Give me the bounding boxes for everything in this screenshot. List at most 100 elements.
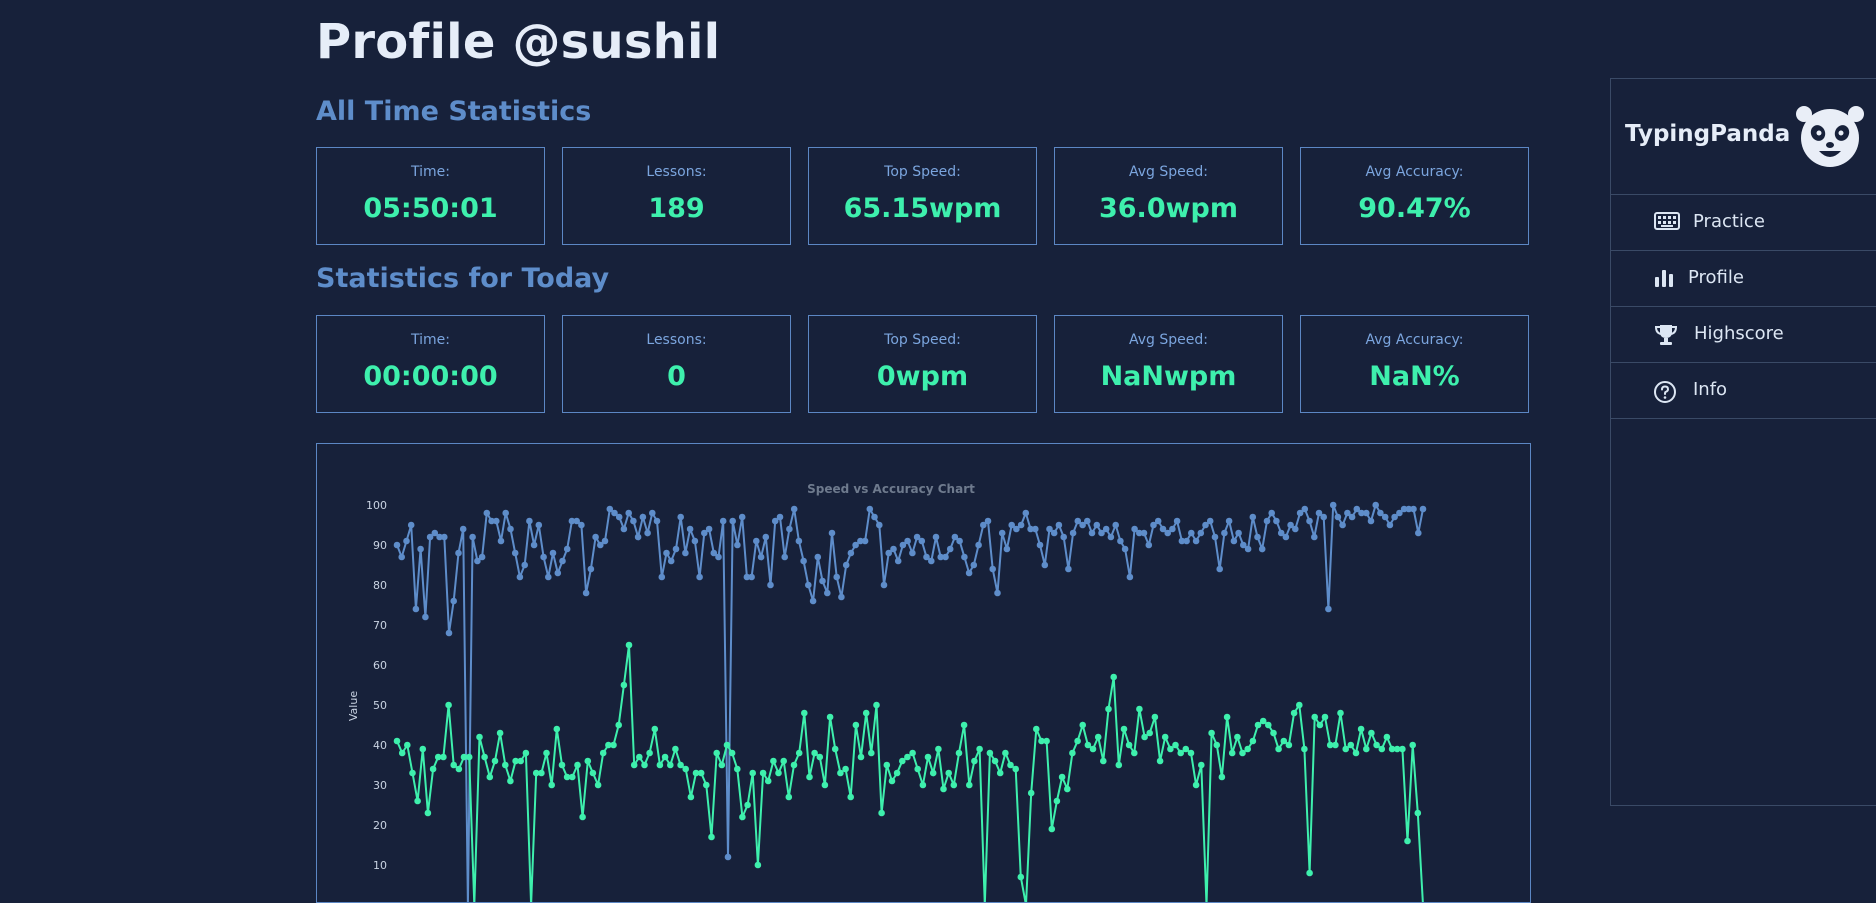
- data-point[interactable]: [1193, 782, 1200, 789]
- data-point[interactable]: [909, 750, 916, 757]
- data-point[interactable]: [1117, 538, 1124, 545]
- data-point[interactable]: [1049, 826, 1056, 833]
- data-point[interactable]: [641, 762, 648, 769]
- data-point[interactable]: [646, 750, 653, 757]
- data-point[interactable]: [574, 762, 581, 769]
- data-point[interactable]: [890, 546, 897, 553]
- data-point[interactable]: [904, 538, 911, 545]
- data-point[interactable]: [815, 554, 822, 561]
- data-point[interactable]: [848, 550, 855, 557]
- data-point[interactable]: [1311, 714, 1318, 721]
- data-point[interactable]: [626, 642, 633, 649]
- data-point[interactable]: [1018, 874, 1025, 881]
- data-point[interactable]: [1023, 510, 1030, 517]
- data-point[interactable]: [536, 522, 543, 529]
- data-point[interactable]: [796, 750, 803, 757]
- data-point[interactable]: [1188, 530, 1195, 537]
- data-point[interactable]: [878, 810, 885, 817]
- data-point[interactable]: [413, 606, 420, 613]
- data-point[interactable]: [517, 574, 524, 581]
- data-point[interactable]: [1231, 538, 1238, 545]
- data-point[interactable]: [615, 722, 622, 729]
- data-point[interactable]: [399, 750, 406, 757]
- data-point[interactable]: [935, 746, 942, 753]
- data-point[interactable]: [725, 854, 732, 861]
- data-point[interactable]: [744, 802, 751, 809]
- data-point[interactable]: [1214, 742, 1221, 749]
- data-point[interactable]: [450, 762, 457, 769]
- sidebar-item-profile[interactable]: Profile: [1611, 251, 1876, 307]
- data-point[interactable]: [1245, 546, 1252, 553]
- data-point[interactable]: [1060, 534, 1067, 541]
- data-point[interactable]: [631, 762, 638, 769]
- data-point[interactable]: [1420, 506, 1427, 513]
- data-point[interactable]: [775, 770, 782, 777]
- data-point[interactable]: [673, 546, 680, 553]
- data-point[interactable]: [404, 742, 411, 749]
- data-point[interactable]: [1330, 502, 1337, 509]
- data-point[interactable]: [1384, 734, 1391, 741]
- data-point[interactable]: [667, 762, 674, 769]
- data-point[interactable]: [1042, 562, 1049, 569]
- data-point[interactable]: [1131, 750, 1138, 757]
- data-point[interactable]: [961, 554, 968, 561]
- data-point[interactable]: [819, 578, 826, 585]
- data-point[interactable]: [1212, 534, 1219, 541]
- data-point[interactable]: [1306, 518, 1313, 525]
- data-point[interactable]: [1382, 514, 1389, 521]
- data-point[interactable]: [498, 538, 505, 545]
- data-point[interactable]: [833, 574, 840, 581]
- data-point[interactable]: [842, 766, 849, 773]
- data-point[interactable]: [521, 562, 528, 569]
- data-point[interactable]: [592, 534, 599, 541]
- data-point[interactable]: [657, 762, 664, 769]
- data-point[interactable]: [1399, 746, 1406, 753]
- data-point[interactable]: [531, 542, 538, 549]
- data-point[interactable]: [881, 582, 888, 589]
- data-point[interactable]: [526, 518, 533, 525]
- data-point[interactable]: [1322, 714, 1329, 721]
- data-point[interactable]: [1363, 746, 1370, 753]
- data-point[interactable]: [817, 754, 824, 761]
- data-point[interactable]: [441, 534, 448, 541]
- data-point[interactable]: [440, 754, 447, 761]
- data-point[interactable]: [394, 738, 401, 745]
- data-point[interactable]: [989, 566, 996, 573]
- data-point[interactable]: [1332, 742, 1339, 749]
- data-point[interactable]: [868, 750, 875, 757]
- data-point[interactable]: [703, 782, 710, 789]
- data-point[interactable]: [1074, 738, 1081, 745]
- data-point[interactable]: [672, 746, 679, 753]
- data-point[interactable]: [425, 810, 432, 817]
- data-point[interactable]: [763, 534, 770, 541]
- data-point[interactable]: [1051, 530, 1058, 537]
- data-point[interactable]: [1339, 522, 1346, 529]
- data-point[interactable]: [677, 514, 684, 521]
- data-point[interactable]: [781, 554, 788, 561]
- data-point[interactable]: [668, 558, 675, 565]
- data-point[interactable]: [1146, 730, 1153, 737]
- data-point[interactable]: [1409, 742, 1416, 749]
- data-point[interactable]: [420, 746, 427, 753]
- data-point[interactable]: [1032, 526, 1039, 533]
- data-point[interactable]: [430, 766, 437, 773]
- data-point[interactable]: [616, 514, 623, 521]
- data-point[interactable]: [502, 762, 509, 769]
- data-point[interactable]: [559, 762, 566, 769]
- data-point[interactable]: [715, 554, 722, 561]
- data-point[interactable]: [832, 746, 839, 753]
- data-point[interactable]: [1162, 734, 1169, 741]
- data-point[interactable]: [1012, 766, 1019, 773]
- data-point[interactable]: [997, 770, 1004, 777]
- data-point[interactable]: [1126, 742, 1133, 749]
- data-point[interactable]: [1004, 546, 1011, 553]
- data-point[interactable]: [838, 594, 845, 601]
- data-point[interactable]: [1141, 530, 1148, 537]
- data-point[interactable]: [698, 770, 705, 777]
- data-point[interactable]: [1103, 526, 1110, 533]
- data-point[interactable]: [862, 538, 869, 545]
- data-point[interactable]: [696, 574, 703, 581]
- data-point[interactable]: [920, 782, 927, 789]
- data-point[interactable]: [1349, 514, 1356, 521]
- data-point[interactable]: [487, 774, 494, 781]
